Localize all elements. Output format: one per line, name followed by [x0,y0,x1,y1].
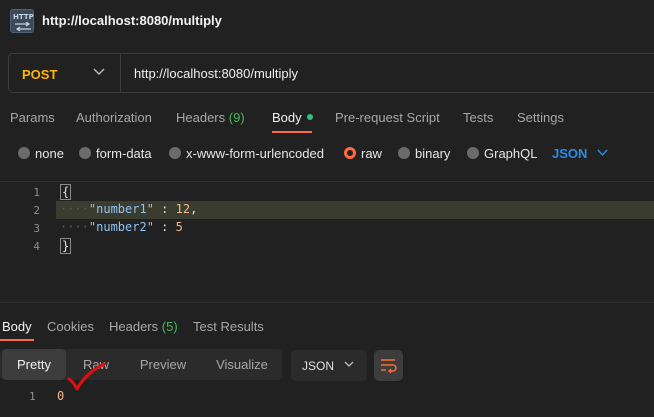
view-visualize-button[interactable]: Visualize [206,349,278,380]
radio-circle-icon [79,147,91,159]
json-key: "number2" [88,220,154,234]
json-value: 5 [175,220,183,234]
tab-response-headers-count: (5) [161,319,178,334]
radio-circle-icon [169,147,181,159]
request-body-editor[interactable]: 1 2 3 4 { ····"number1" : 12, ····"numbe… [0,181,654,303]
tab-test-results[interactable]: Test Results [193,319,264,334]
wrap-lines-button[interactable] [374,350,403,381]
tab-body-label: Body [272,110,302,125]
tab-response-body[interactable]: Body [2,319,32,334]
radio-label: form-data [96,146,152,161]
code-line-3: ····"number2" : 5 [60,220,183,234]
modified-dot-icon [306,114,313,120]
wrap-lines-icon [381,359,397,373]
radio-label: binary [415,146,451,161]
radio-label: x-www-form-urlencoded [186,146,324,161]
json-separator: : [153,202,176,216]
radio-circle-icon [467,147,479,159]
tab-pre-request-script[interactable]: Pre-request Script [335,110,440,125]
code-line-2: ····"number1" : 12, [60,202,198,216]
response-view-toggle: Pretty Raw Preview Visualize [0,349,282,380]
tab-body[interactable]: Body [272,110,313,125]
body-format-select[interactable]: JSON [552,146,587,161]
code-line-1: { [60,184,72,200]
line-number: 4 [33,240,40,253]
active-tab-indicator [0,339,34,341]
radio-circle-icon [18,147,30,159]
tab-headers-count: (9) [228,110,245,125]
chevron-down-icon [344,361,354,367]
response-value: 0 [57,389,65,403]
line-number: 1 [29,390,36,403]
radio-label: GraphQL [484,146,538,161]
line-number: 3 [33,222,40,235]
tab-headers-label: Headers [176,110,226,125]
line-number: 2 [33,204,40,217]
tab-authorization[interactable]: Authorization [76,110,152,125]
close-brace: } [60,238,72,254]
tab-response-headers-label: Headers [109,319,159,334]
line-number: 1 [33,186,40,199]
url-bar: POST http://localhost:8080/multiply [8,53,654,93]
response-format-select[interactable]: JSON [291,350,367,381]
tab-cookies[interactable]: Cookies [47,319,94,334]
format-label: JSON [302,359,335,373]
tab-response-headers[interactable]: Headers (5) [109,319,178,334]
chevron-down-icon [93,68,105,75]
method-label: POST [22,67,58,82]
checkmark-annotation-icon [67,362,106,391]
chevron-down-icon [597,149,608,157]
active-tab-indicator [272,131,312,133]
http-icon: HTTP [10,9,34,33]
tab-settings[interactable]: Settings [517,110,564,125]
open-brace: { [60,184,72,200]
radio-label: none [35,146,64,161]
json-comma: , [190,202,198,216]
json-value: 12 [175,202,191,216]
request-title: http://localhost:8080/multiply [42,13,222,28]
url-input[interactable]: http://localhost:8080/multiply [134,66,298,81]
tab-headers[interactable]: Headers (9) [176,110,245,125]
radio-selected-icon [344,147,356,159]
method-select[interactable]: POST [9,54,121,92]
code-line-4: } [60,238,72,254]
radio-circle-icon [398,147,410,159]
tab-params[interactable]: Params [10,110,55,125]
tab-tests[interactable]: Tests [463,110,493,125]
json-separator: : [153,220,176,234]
radio-label: raw [361,146,382,161]
view-preview-button[interactable]: Preview [130,349,196,380]
json-key: "number1" [88,202,154,216]
view-pretty-button[interactable]: Pretty [2,349,66,380]
